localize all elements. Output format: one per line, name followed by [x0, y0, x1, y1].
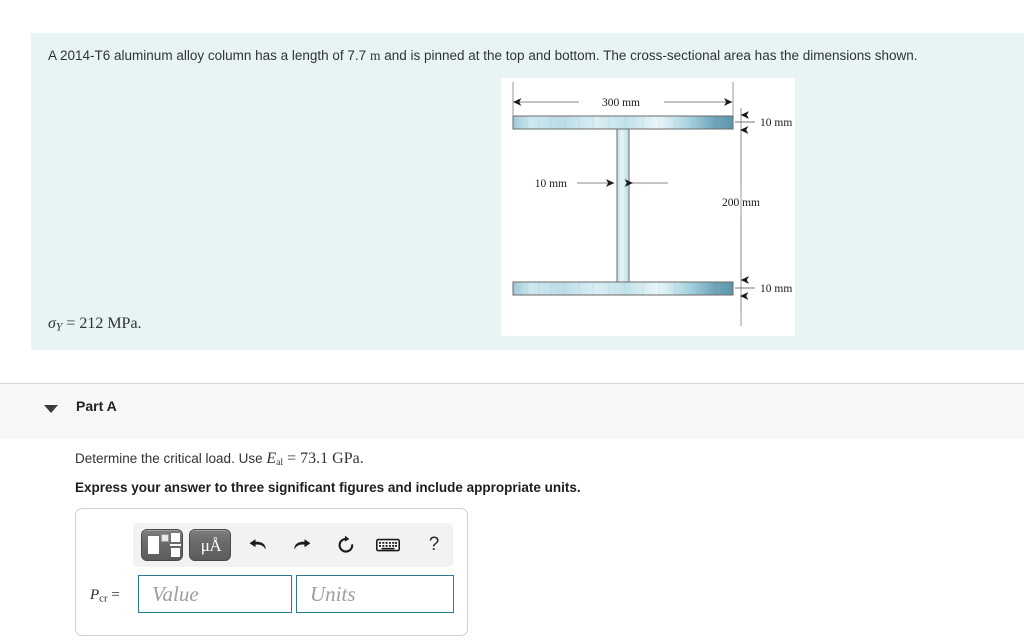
answer-instruction: Express your answer to three significant…	[75, 480, 581, 495]
web	[616, 128, 630, 283]
sigma-unit: MPa.	[107, 315, 142, 332]
problem-text-part2: and is pinned at the top and bottom. The…	[380, 48, 918, 63]
dim-label-depth: 200 mm	[722, 197, 760, 209]
dim-label-width: 300 mm	[602, 97, 640, 109]
pcr-symbol: P	[90, 587, 100, 603]
pcr-subscript: cr	[99, 592, 108, 605]
units-button[interactable]: μÅ	[189, 529, 231, 561]
modulus-equals: =	[287, 450, 297, 467]
answer-label: Pcr =	[90, 587, 120, 604]
length-unit-m: m	[369, 48, 381, 63]
math-template-button[interactable]	[141, 529, 183, 561]
i-beam-diagram: 300 mm 10 mm 200 mm 10 mm 10 mm	[501, 78, 795, 336]
answer-widget: μÅ ? Pcr = Value Units	[75, 508, 468, 636]
template-fraction-bar-icon	[170, 544, 181, 546]
redo-glyph	[294, 539, 311, 550]
redo-icon[interactable]	[289, 531, 315, 559]
dim-label-bottom-flange: 10 mm	[760, 283, 792, 295]
template-superscript-icon	[161, 534, 169, 542]
top-flange	[512, 115, 734, 130]
bottom-flange	[512, 281, 734, 296]
sigma-symbol: σ	[48, 315, 56, 332]
template-box-icon	[148, 536, 159, 554]
reset-glyph	[338, 535, 354, 553]
keyboard-glyph	[376, 538, 400, 552]
part-a-title: Part A	[76, 398, 117, 414]
modulus-value: 73.1 GPa.	[300, 450, 364, 467]
template-denominator-icon	[171, 548, 180, 557]
reset-icon[interactable]	[333, 531, 359, 559]
help-icon[interactable]: ?	[421, 531, 447, 559]
template-numerator-icon	[171, 533, 180, 542]
part-a-header[interactable]: Part A	[0, 383, 1024, 439]
answer-input-row: Pcr =	[76, 575, 469, 621]
page-root: A 2014-T6 aluminum alloy column has a le…	[0, 0, 1024, 644]
keyboard-icon[interactable]	[375, 531, 401, 559]
dim-label-top-flange: 10 mm	[760, 117, 792, 129]
problem-statement-text: A 2014-T6 aluminum alloy column has a le…	[48, 47, 988, 65]
sigma-value: 212	[79, 315, 104, 332]
sigma-subscript: Y	[55, 321, 63, 334]
chevron-down-icon[interactable]	[44, 405, 58, 413]
value-input[interactable]	[138, 575, 292, 613]
undo-icon[interactable]	[245, 531, 271, 559]
question-prompt: Determine the critical load. Use Eal = 7…	[75, 450, 364, 468]
problem-statement-panel: A 2014-T6 aluminum alloy column has a le…	[31, 33, 1024, 350]
dim-label-web: 10 mm	[535, 178, 567, 190]
pcr-equals: =	[111, 587, 120, 603]
cross-section-figure: 300 mm 10 mm 200 mm 10 mm 10 mm	[501, 78, 795, 336]
sigma-equals: =	[66, 315, 76, 332]
yield-stress-line: σY = 212 MPa.	[48, 315, 142, 334]
answer-toolbar: μÅ ?	[133, 523, 453, 567]
question-lead: Determine the critical load. Use	[75, 451, 267, 466]
problem-text-part1: A 2014-T6 aluminum alloy column has a le…	[48, 48, 370, 63]
undo-glyph	[249, 539, 266, 550]
modulus-symbol: E	[266, 450, 277, 467]
units-input[interactable]	[296, 575, 454, 613]
units-button-label: μÅ	[200, 536, 222, 555]
